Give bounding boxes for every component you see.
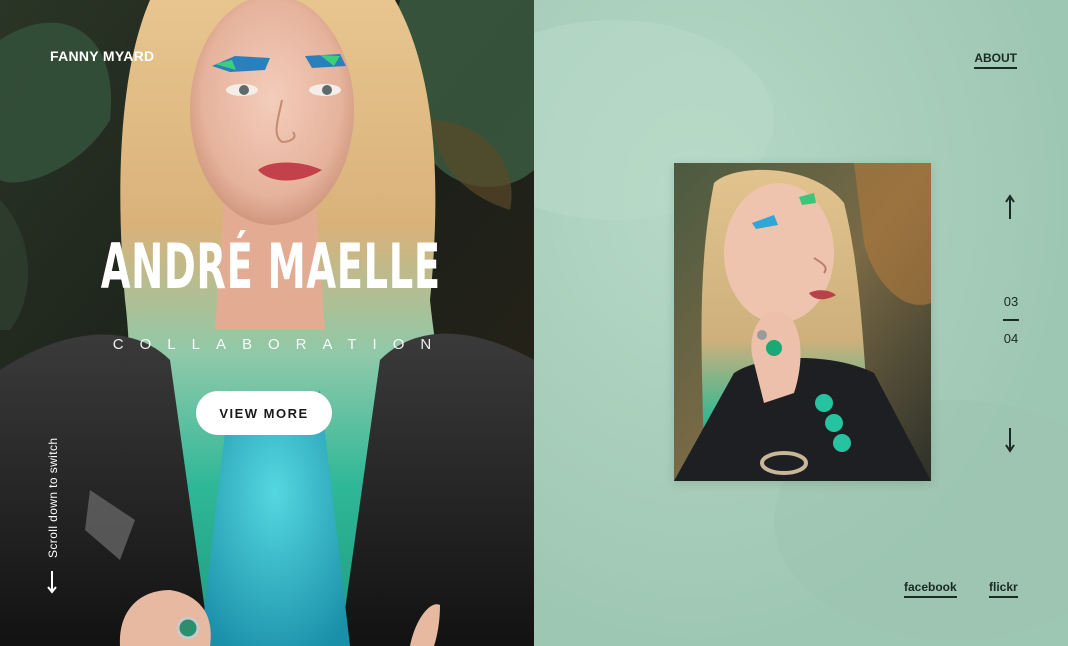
pager-current: 03 (1003, 294, 1019, 309)
pager-divider (1003, 319, 1019, 321)
flickr-link[interactable]: flickr (989, 580, 1018, 598)
arrow-down-icon[interactable] (1002, 427, 1018, 453)
facebook-link[interactable]: facebook (904, 580, 957, 598)
gallery-thumbnail[interactable] (674, 163, 931, 481)
arrow-up-icon[interactable] (1002, 194, 1018, 220)
hero-subtitle: COLLABORATION (112, 336, 448, 353)
slide-pager: 03 04 (996, 293, 1026, 348)
page: FANNY MYARD ANDRÉ MAELLE COLLABORATION V… (0, 0, 1068, 646)
side-panel: ABOUT 03 04 facebook flickr (534, 0, 1068, 646)
arrow-down-icon[interactable] (46, 570, 58, 594)
thumbnail-photo (674, 163, 931, 481)
hero-photo (0, 0, 534, 646)
view-more-button[interactable]: VIEW MORE (196, 391, 332, 435)
hero-panel: FANNY MYARD ANDRÉ MAELLE COLLABORATION V… (0, 0, 534, 646)
about-link[interactable]: ABOUT (974, 51, 1017, 69)
scroll-hint-label: Scroll down to switch (46, 437, 60, 558)
hero-title: ANDRÉ MAELLE (100, 230, 441, 303)
brand-logo[interactable]: FANNY MYARD (50, 48, 154, 64)
pager-total: 04 (1003, 331, 1019, 346)
